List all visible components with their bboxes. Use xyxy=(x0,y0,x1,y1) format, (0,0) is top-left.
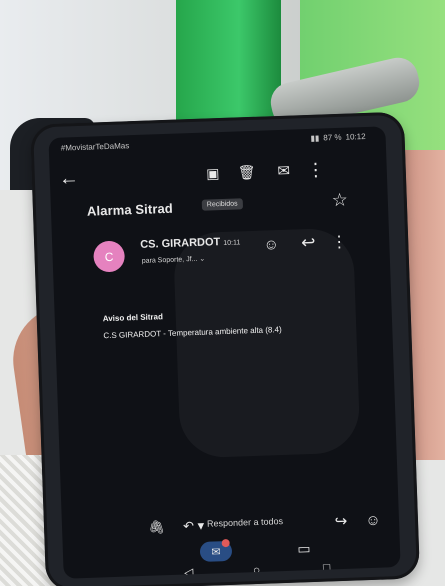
carrier-name: #MovistarTeDaMas xyxy=(60,141,130,153)
smartphone: #MovistarTeDaMas ▮▮ 87 % 10:12 ← ▣ 🗑 ✉ ⋮… xyxy=(29,111,421,586)
battery-level: 87 % xyxy=(323,132,342,143)
more-vertical-icon[interactable]: ⋮ xyxy=(331,232,348,252)
arrow-left-icon[interactable]: ← xyxy=(57,167,80,190)
photo-scene: #MovistarTeDaMas ▮▮ 87 % 10:12 ← ▣ 🗑 ✉ ⋮… xyxy=(0,0,445,586)
email-time: 10:11 xyxy=(223,239,241,247)
trash-icon[interactable]: 🗑 xyxy=(237,163,256,182)
attachment-icon[interactable]: 🖇 xyxy=(148,519,165,536)
chevron-down-icon[interactable]: ⌄ xyxy=(199,256,205,263)
more-vertical-icon[interactable]: ⋮ xyxy=(306,159,325,180)
reply-all-icon[interactable]: ↶ ▾ xyxy=(181,517,207,536)
message-heading: Aviso del Sitrad xyxy=(102,312,164,324)
sender-avatar[interactable]: C xyxy=(93,240,126,273)
email-subject: Alarma Sitrad xyxy=(86,200,174,219)
status-icons: ▮▮ 87 % 10:12 xyxy=(310,132,365,143)
reply-icon[interactable]: ↩ xyxy=(297,233,320,254)
star-icon[interactable]: ☆ xyxy=(328,189,351,212)
reply-all-button[interactable]: Responder a todos xyxy=(207,516,283,529)
inbox-label[interactable]: Recibidos xyxy=(201,198,243,211)
phone-screen: #MovistarTeDaMas ▮▮ 87 % 10:12 ← ▣ 🗑 ✉ ⋮… xyxy=(48,126,401,579)
emoji-icon[interactable]: ☺ xyxy=(262,235,281,254)
signal-icon: ▮▮ xyxy=(310,133,320,143)
status-time: 10:12 xyxy=(345,131,366,142)
forward-icon[interactable]: ↪ xyxy=(332,512,351,531)
video-icon[interactable]: ▭ xyxy=(294,539,315,558)
emoji-icon[interactable]: ☺ xyxy=(364,511,383,530)
mail-icon: ✉ xyxy=(211,545,221,559)
mail-icon[interactable]: ✉ xyxy=(273,161,294,180)
archive-icon[interactable]: ▣ xyxy=(203,164,222,183)
